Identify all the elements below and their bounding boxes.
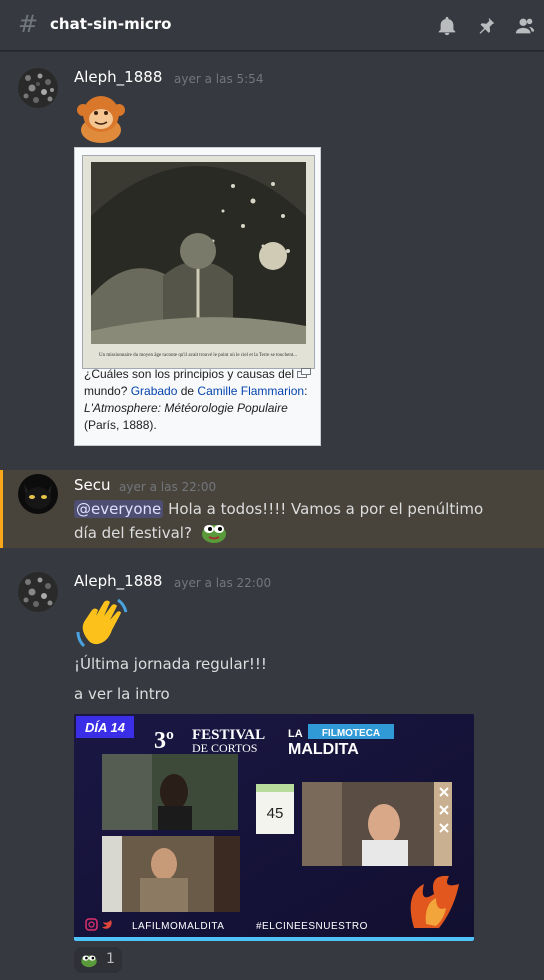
- username[interactable]: Aleph_1888: [74, 572, 162, 590]
- reaction-button[interactable]: 1: [74, 947, 122, 973]
- message-text: día del festival?: [74, 524, 192, 542]
- festival-number: 3º: [154, 728, 174, 754]
- pin-icon[interactable]: [475, 15, 497, 37]
- orangutan-emoji: [77, 96, 125, 143]
- hashtag: #ELCINEESNUESTRO: [256, 921, 368, 932]
- message-content: @everyone Hola a todos!!!! Vamos a por e…: [74, 498, 534, 520]
- flammarion-engraving-image[interactable]: Un missionnaire du moyen âge raconte qu'…: [82, 155, 315, 369]
- pepe-frog-emoji: [81, 955, 97, 968]
- day-badge-text: DÍA 14: [85, 720, 126, 735]
- message-content-line2: día del festival?: [74, 522, 192, 544]
- avatar[interactable]: [18, 572, 58, 612]
- channel-name: chat-sin-micro: [50, 15, 172, 33]
- counter-value: 45: [267, 805, 284, 822]
- everyone-mention[interactable]: @everyone: [74, 500, 164, 518]
- wiki-link[interactable]: Grabado: [131, 384, 178, 398]
- timestamp: ayer a las 22:00: [174, 576, 272, 590]
- caption-text: L'Atmosphere: Météorologie Populaire: [84, 401, 288, 415]
- brand-bottom: MALDITA: [288, 741, 359, 758]
- message-text: a ver la intro: [74, 685, 170, 703]
- caption-text: (París, 1888).: [84, 418, 157, 432]
- wiki-embed-card[interactable]: Un missionnaire du moyen âge raconte qu'…: [74, 147, 321, 446]
- social-handle: LAFILMOMALDITA: [132, 921, 224, 932]
- username[interactable]: Aleph_1888: [74, 68, 162, 86]
- brand-top: LA: [288, 728, 303, 740]
- message-text: ¡Última jornada regular!!!: [74, 655, 267, 673]
- timestamp: ayer a las 22:00: [119, 480, 217, 494]
- avatar[interactable]: [18, 68, 58, 108]
- enlarge-icon[interactable]: [297, 368, 311, 378]
- pepe-frog-emoji: [202, 525, 226, 543]
- avatar[interactable]: [18, 474, 58, 514]
- text-channel-icon: #: [18, 10, 39, 38]
- festival-subtitle: DE CORTOS: [192, 741, 257, 755]
- engraving-caption: Un missionnaire du moyen âge raconte qu'…: [99, 353, 297, 358]
- brand-middle: FILMOTECA: [322, 728, 380, 739]
- message-text: Hola a todos!!!! Vamos a por el penúltim…: [163, 500, 484, 518]
- video-thumbnail[interactable]: DÍA 14 3º FESTIVAL DE CORTOS LA FILMOTEC…: [74, 714, 474, 941]
- caption-text: de: [177, 384, 198, 398]
- wiki-link[interactable]: Camille Flammarion: [197, 384, 304, 398]
- bell-icon[interactable]: [436, 15, 458, 37]
- caption-text: :: [304, 384, 308, 398]
- username[interactable]: Secu: [74, 476, 111, 494]
- wiki-caption: ¿Cuáles son los principios y causas del …: [84, 366, 316, 434]
- waving-hand-emoji: [76, 598, 128, 648]
- reaction-count: 1: [106, 951, 115, 967]
- member-list-icon[interactable]: [514, 15, 536, 37]
- channel-header: # chat-sin-micro: [0, 0, 544, 51]
- timestamp: ayer a las 5:54: [174, 72, 264, 86]
